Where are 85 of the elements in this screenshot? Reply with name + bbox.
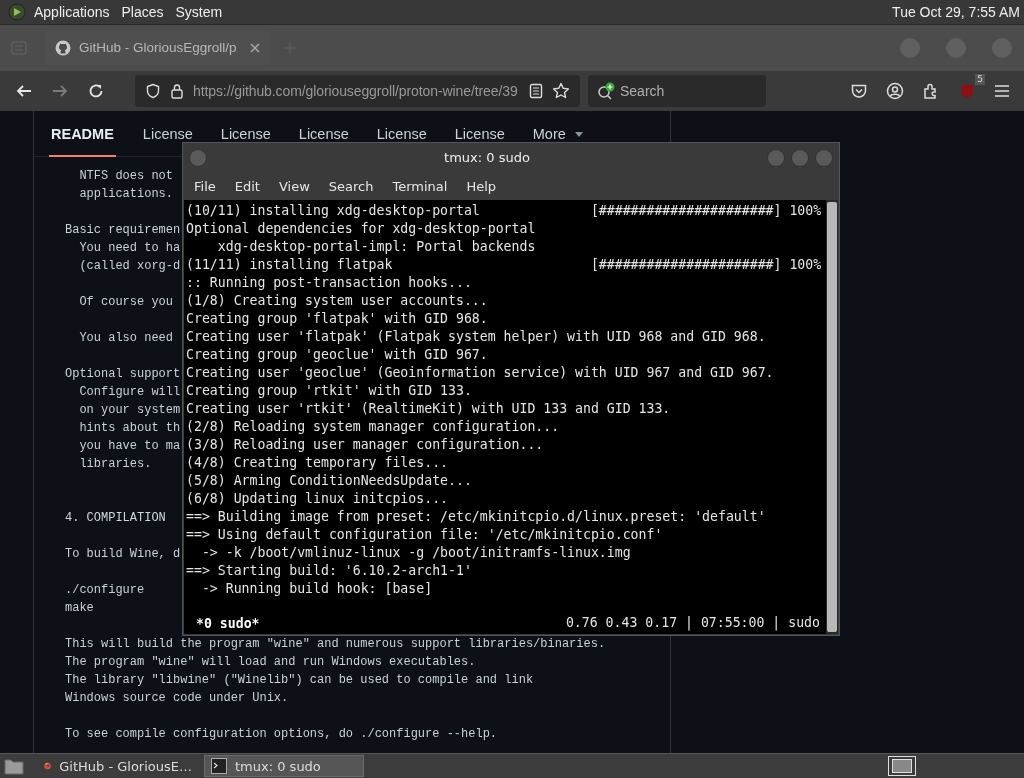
tmux-window-label: *0 sudo* (196, 615, 260, 631)
terminal-output-line: Creating user 'rtkit' (RealtimeKit) with UID 133 and GID 133. (186, 400, 671, 418)
readme-text-line: hints about th (78, 419, 181, 437)
terminal-output-line: Creating group 'rtkit' with GID 133. (186, 382, 472, 400)
taskbar-button[interactable]: tmux: 0 sudo (204, 755, 364, 777)
readme-text-line: To build Wine, d (65, 545, 181, 563)
readme-text-line: The library "libwine" ("Winelib") can be used to compile and link (65, 671, 534, 689)
readme-text-line: Basic requiremen (65, 221, 181, 239)
readme-tab[interactable]: License (375, 125, 428, 143)
terminal-output-line: ==> Starting build: '6.10.2-arch1-1' (186, 562, 472, 580)
clock[interactable]: Tue Oct 29, 7:55 AM (892, 4, 1020, 20)
terminal-output-line: Creating user 'geoclue' (Geoinformation service) with UID 967 and GID 967. (186, 364, 774, 382)
readme-text-line: You also need (78, 329, 174, 347)
terminal-output-line: (10/11) installing xdg-desktop-portal [######################] 100% (186, 202, 822, 220)
terminal-output-line: ==> Using default configuration file: '/etc/mkinitcpio.conf' (186, 526, 663, 544)
terminal-output-line: (11/11) installing flatpak [######################] 100% (186, 256, 822, 274)
readme-text-line: ./configure (65, 581, 145, 599)
readme-tab[interactable]: License (453, 125, 506, 143)
terminal-output-line: :: Running post-transaction hooks... (186, 274, 472, 292)
shield-icon[interactable] (145, 82, 161, 99)
panel-menu[interactable]: Places (121, 4, 164, 20)
terminal-output-line: (6/8) Updating linux initcpios... (186, 490, 448, 508)
readme-text-line: (called xorg-d (78, 257, 181, 275)
readme-text-line: Configure will (78, 383, 181, 401)
search-icon (597, 81, 617, 100)
terminal-output-line: -> -k /boot/vmlinuz-linux -g /boot/initramfs-linux.img (200, 544, 631, 562)
terminal-output-line: (4/8) Creating temporary files... (186, 454, 448, 472)
github-icon (55, 39, 71, 56)
readme-tab[interactable]: README (49, 125, 116, 157)
readme-text-line: applications. (78, 185, 174, 203)
workspace-switcher[interactable] (888, 756, 916, 776)
terminal-output-line: Creating user 'flatpak' (Flatpak system helper) with UID 968 and GID 968. (186, 328, 766, 346)
menu-item[interactable]: File (194, 178, 216, 194)
notification-badge: 5 (975, 73, 985, 85)
readme-tab[interactable]: License (141, 125, 194, 143)
app-menu-icon[interactable] (8, 3, 26, 21)
terminal-output-line: (5/8) Arming ConditionNeedsUpdate... (186, 472, 472, 490)
terminal-output-line: ==> Building image from preset: /etc/mkinitcpio.d/linux.preset: 'default' (186, 508, 766, 526)
terminal-icon (211, 758, 227, 774)
readme-text-line: NTFS does not (78, 167, 174, 185)
scrollbar[interactable] (826, 200, 838, 634)
star-icon[interactable] (552, 81, 570, 100)
menu-item[interactable]: Terminal (392, 178, 448, 194)
account-icon[interactable] (886, 81, 904, 100)
taskbar-button[interactable]: GitHub - GloriousE… (38, 755, 198, 777)
more-tabs-button[interactable]: More (531, 125, 567, 143)
readme-tab[interactable]: License (297, 125, 350, 143)
terminal-output-line: xdg-desktop-portal-impl: Portal backends (216, 238, 536, 256)
panel-menu[interactable]: System (175, 4, 223, 20)
search-field[interactable]: Search (588, 74, 766, 107)
caret-icon[interactable] (574, 131, 583, 137)
url-text: https://github.com/gloriouseggroll/proton-wine/tree/39 (193, 82, 519, 99)
close-icon[interactable] (250, 42, 260, 53)
terminal-output-line: -> Running build hook: [base] (200, 580, 433, 598)
panel-menu[interactable]: Applications (34, 4, 110, 20)
terminal-output-line: Creating group 'geoclue' with GID 967. (186, 346, 488, 364)
lock-icon[interactable] (170, 82, 184, 99)
terminal-output-line: Creating group 'flatpak' with GID 968. (186, 310, 488, 328)
readme-text-line: You need to ha (78, 239, 181, 257)
readme-text-line: Of course you (78, 293, 174, 311)
readme-text-line: make (65, 599, 94, 617)
menu-icon[interactable] (994, 83, 1010, 98)
readme-tab[interactable]: License (219, 125, 272, 143)
readme-text-line: libraries. (78, 455, 152, 473)
terminal-output-line: Optional dependencies for xdg-desktop-portal (186, 220, 536, 238)
tmux-status-text: 0.76 0.43 0.17 | 07:55:00 | sudo (565, 614, 820, 632)
readme-text-line: The program "wine" will load and run Windows executables. (65, 653, 476, 671)
readme-text-line: This will build the program "wine" and numerous support libraries/binaries. (65, 635, 606, 653)
folder-icon[interactable] (4, 757, 24, 775)
readme-text-line: you have to ma (78, 437, 181, 455)
menu-item[interactable]: Help (466, 178, 497, 194)
address-bar[interactable]: https://github.com/gloriouseggroll/proton-wine/tree/39 (135, 74, 580, 107)
readme-text-line: Optional support (65, 365, 181, 383)
menu-item[interactable]: Edit (234, 178, 260, 194)
readme-text-line: To see compile configuration options, do ./configure --help. (65, 725, 498, 743)
window-title: tmux: 0 sudo (443, 150, 531, 165)
readme-text-line: Windows source code under Unix. (65, 689, 289, 707)
readme-text-line: on your system (78, 401, 181, 419)
reader-view-icon[interactable] (529, 82, 543, 99)
menu-item[interactable]: Search (328, 178, 374, 194)
terminal-output-line: (3/8) Reloading user manager configuration... (186, 436, 544, 454)
readme-heading: 4. COMPILATION (65, 509, 166, 527)
menu-item[interactable]: View (278, 178, 310, 194)
terminal-output-line: (1/8) Creating system user accounts... (186, 292, 488, 310)
terminal-output-line: (2/8) Reloading system manager configuration... (186, 418, 560, 436)
